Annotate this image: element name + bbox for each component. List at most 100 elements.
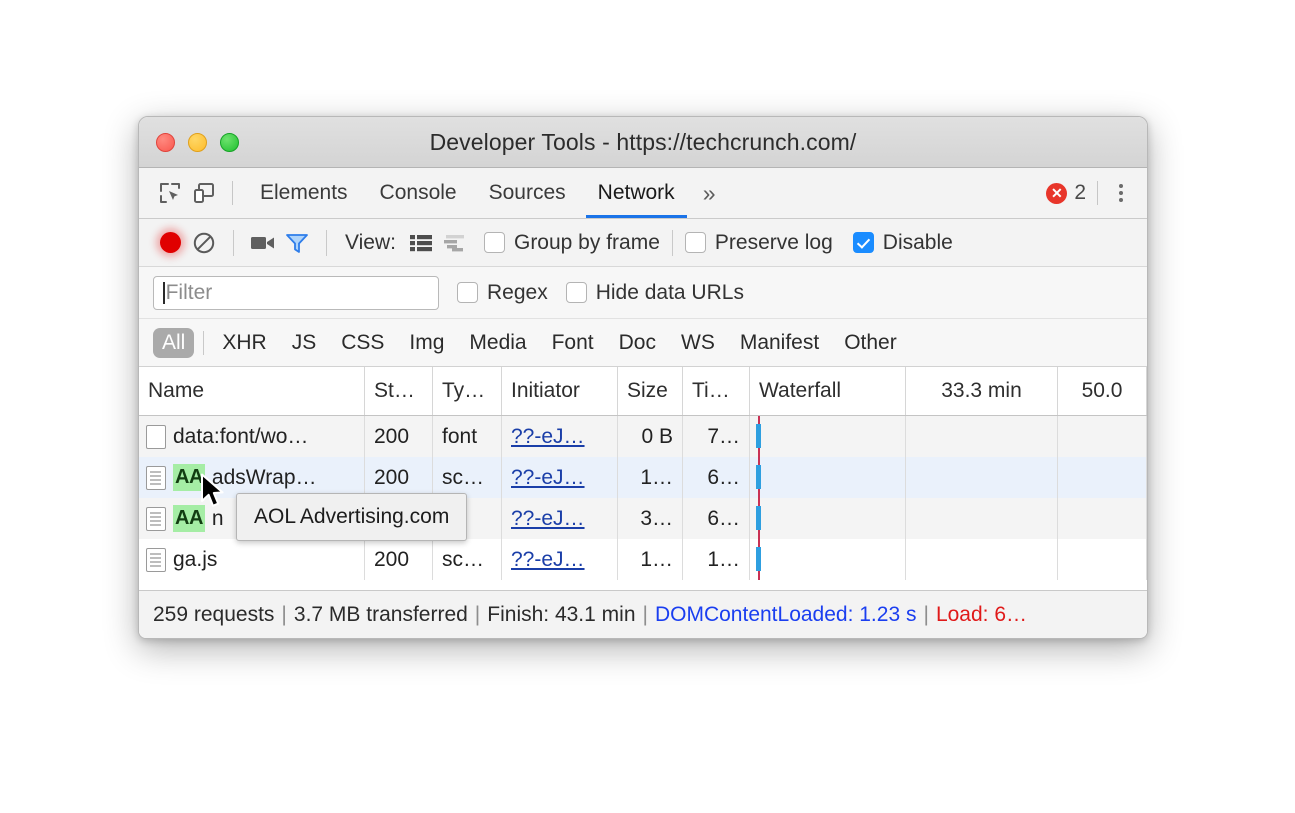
preserve-log-box — [685, 232, 706, 253]
type-filter-other[interactable]: Other — [835, 328, 906, 358]
capture-screenshots-icon[interactable] — [246, 226, 280, 260]
status-separator: | — [923, 603, 928, 627]
record-button-icon[interactable] — [153, 226, 187, 260]
document-lines-icon — [146, 507, 166, 531]
tab-elements-label: Elements — [260, 181, 348, 205]
window-titlebar: Developer Tools - https://techcrunch.com… — [139, 117, 1147, 168]
waterfall-tick-cell-2 — [1058, 457, 1147, 498]
filter-bar: Filter Regex Hide data URLs — [139, 267, 1147, 319]
type-filter-divider — [203, 331, 204, 355]
regex-checkbox[interactable]: Regex — [457, 281, 548, 305]
error-badge[interactable]: ✕ 2 — [1046, 181, 1086, 205]
type-filter-media[interactable]: Media — [460, 328, 535, 358]
tab-console-label: Console — [380, 181, 457, 205]
waterfall-bar — [756, 424, 761, 448]
document-blank-icon — [146, 425, 166, 449]
more-tabs-icon[interactable]: » — [691, 168, 728, 218]
type-filter-js[interactable]: JS — [283, 328, 326, 358]
preserve-log-checkbox[interactable]: Preserve log — [685, 231, 833, 255]
cell-name: AA adsWrap… — [139, 457, 365, 498]
column-header-size[interactable]: Size — [618, 367, 683, 415]
devtools-window: Developer Tools - https://techcrunch.com… — [138, 116, 1148, 639]
cell-status: 200 — [365, 416, 433, 457]
cell-name-text: n — [212, 507, 224, 531]
waterfall-view-icon[interactable] — [438, 226, 472, 260]
tab-network[interactable]: Network — [582, 168, 691, 218]
inspect-element-icon[interactable] — [153, 176, 187, 210]
cell-time: 6… — [683, 457, 750, 498]
table-row[interactable]: data:font/wo… 200 font ??-eJ… 0 B 7… — [139, 416, 1147, 457]
clear-icon[interactable] — [187, 226, 221, 260]
error-circle-icon: ✕ — [1046, 183, 1067, 204]
type-filter-doc[interactable]: Doc — [610, 328, 665, 358]
column-header-time[interactable]: Ti… — [683, 367, 750, 415]
filter-funnel-icon[interactable] — [280, 226, 314, 260]
text-caret — [163, 282, 165, 304]
cell-name: ga.js — [139, 539, 365, 580]
timeline-tick-2: 50.0 — [1058, 367, 1147, 415]
error-count: 2 — [1074, 181, 1086, 205]
cell-type: font — [433, 416, 502, 457]
cell-waterfall — [750, 539, 906, 580]
status-requests: 259 requests — [153, 603, 274, 627]
document-lines-icon — [146, 548, 166, 572]
waterfall-tick-cell-2 — [1058, 416, 1147, 457]
cell-size: 1… — [618, 457, 683, 498]
table-row[interactable]: ga.js 200 sc… ??-eJ… 1… 1… — [139, 539, 1147, 580]
type-filter-img[interactable]: Img — [400, 328, 453, 358]
list-view-icon[interactable] — [404, 226, 438, 260]
status-transferred: 3.7 MB transferred — [294, 603, 468, 627]
cell-initiator: ??-eJ… — [502, 498, 618, 539]
aol-advertising-badge[interactable]: AA — [173, 505, 205, 532]
cell-initiator: ??-eJ… — [502, 416, 618, 457]
tab-sources-label: Sources — [489, 181, 566, 205]
cell-name-text: ga.js — [173, 548, 217, 572]
hide-data-urls-checkbox[interactable]: Hide data URLs — [566, 281, 744, 305]
tabstrip-divider — [1097, 181, 1098, 205]
kebab-menu-icon[interactable] — [1109, 178, 1133, 208]
column-header-status[interactable]: St… — [365, 367, 433, 415]
aol-advertising-badge[interactable]: AA — [173, 464, 205, 491]
type-filter-font[interactable]: Font — [543, 328, 603, 358]
waterfall-tick-cell-1 — [906, 416, 1058, 457]
tab-elements[interactable]: Elements — [244, 168, 364, 218]
toolbar-divider — [232, 181, 233, 205]
toolbar-divider-3 — [672, 230, 673, 256]
toolbar-divider-1 — [233, 230, 234, 256]
devtools-tabstrip: Elements Console Sources Network » ✕ 2 — [139, 168, 1147, 219]
type-filter-ws[interactable]: WS — [672, 328, 724, 358]
type-filter-all[interactable]: All — [153, 328, 194, 358]
disable-cache-box — [853, 232, 874, 253]
cell-type: sc… — [433, 539, 502, 580]
column-header-waterfall[interactable]: Waterfall — [750, 367, 906, 415]
search-input[interactable]: Filter — [153, 276, 439, 310]
device-toolbar-icon[interactable] — [187, 176, 221, 210]
table-row[interactable]: AA adsWrap… 200 sc… ??-eJ… 1… 6… — [139, 457, 1147, 498]
initiator-link[interactable]: ??-eJ… — [511, 507, 585, 531]
disable-cache-label: Disable — [883, 231, 953, 255]
cell-waterfall — [750, 498, 906, 539]
disable-cache-checkbox[interactable]: Disable — [853, 231, 953, 255]
column-header-name[interactable]: Name — [139, 367, 365, 415]
status-separator: | — [475, 603, 480, 627]
tab-sources[interactable]: Sources — [473, 168, 582, 218]
column-header-type[interactable]: Ty… — [433, 367, 502, 415]
cell-waterfall — [750, 416, 906, 457]
column-header-initiator[interactable]: Initiator — [502, 367, 618, 415]
view-label: View: — [345, 231, 396, 255]
table-header-row: Name St… Ty… Initiator Size Ti… Waterfal… — [139, 367, 1147, 416]
waterfall-bar — [756, 465, 761, 489]
group-by-frame-checkbox[interactable]: Group by frame — [484, 231, 660, 255]
initiator-link[interactable]: ??-eJ… — [511, 466, 585, 490]
initiator-link[interactable]: ??-eJ… — [511, 548, 585, 572]
type-filter-xhr[interactable]: XHR — [213, 328, 275, 358]
tab-console[interactable]: Console — [364, 168, 473, 218]
panel-tabs: Elements Console Sources Network » — [244, 168, 727, 218]
initiator-link[interactable]: ??-eJ… — [511, 425, 585, 449]
type-filter-manifest[interactable]: Manifest — [731, 328, 828, 358]
type-filter-css[interactable]: CSS — [332, 328, 393, 358]
tab-network-label: Network — [598, 181, 675, 205]
waterfall-bar — [756, 547, 761, 571]
waterfall-tick-cell-1 — [906, 539, 1058, 580]
status-finish: Finish: 43.1 min — [487, 603, 635, 627]
